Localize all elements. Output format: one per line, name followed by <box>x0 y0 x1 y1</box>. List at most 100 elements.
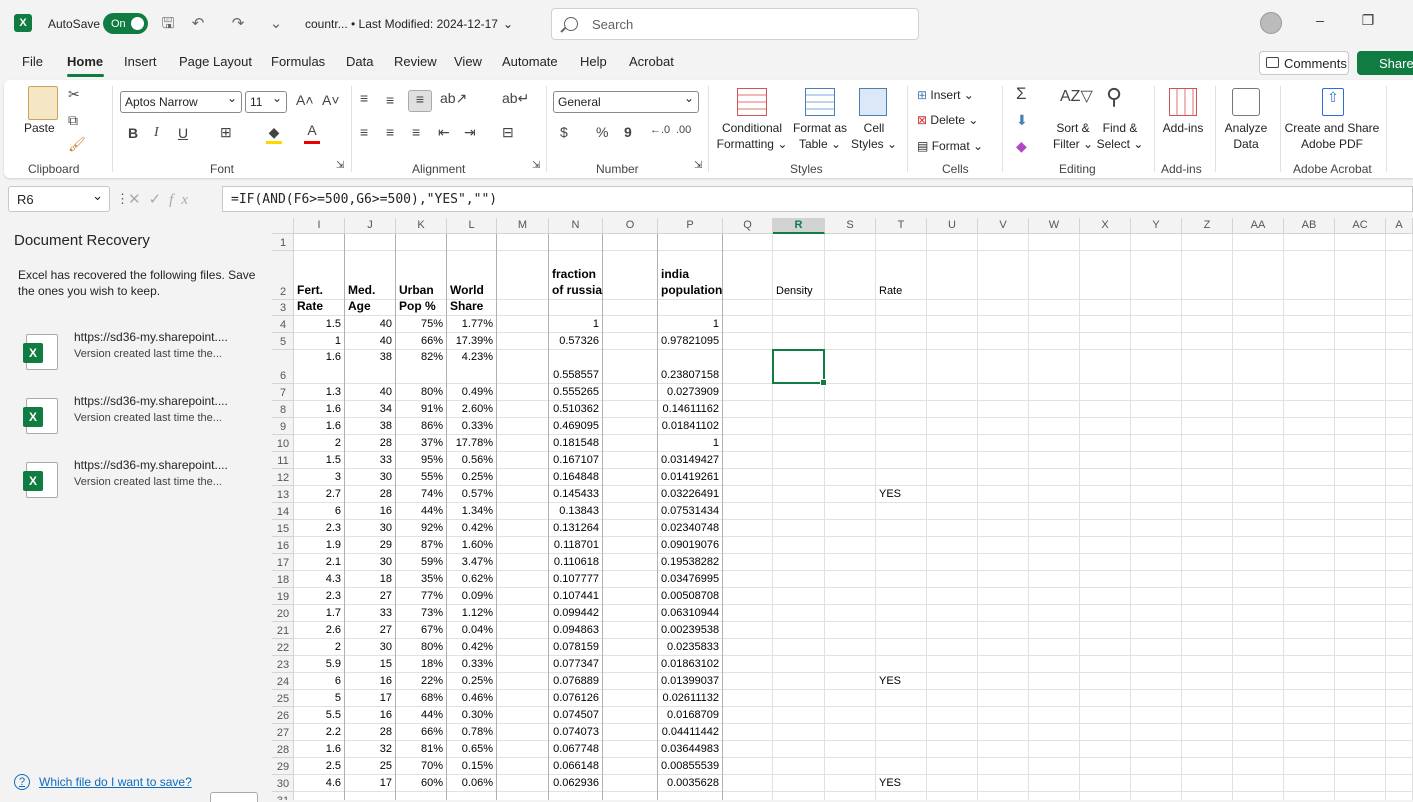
analyze-data-button[interactable]: Analyze Data <box>1222 120 1270 152</box>
document-title[interactable]: countr... • Last Modified: 2024-12-17 ⌄ <box>305 0 513 48</box>
header-cell-rate[interactable]: Rate <box>879 285 923 297</box>
create-share-pdf-button[interactable]: Create and Share Adobe PDF <box>1284 120 1380 152</box>
cell-j26[interactable]: 16 <box>348 709 392 721</box>
cell-l10[interactable]: 17.78% <box>450 437 493 449</box>
cell-l22[interactable]: 0.42% <box>450 641 493 653</box>
format-as-table-button[interactable]: Format as Table ⌄ <box>790 120 850 152</box>
worksheet-grid[interactable]: I J K L M N O P Q R S T U V W X Y Z AA AB AC A 1 2 3 4 5 6 7 8 9 10 11 1… <box>272 218 1413 800</box>
cell-p13[interactable]: 0.03226491 <box>661 488 719 500</box>
cell-p8[interactable]: 0.14611162 <box>661 403 719 415</box>
column-header-aa[interactable]: AA <box>1233 218 1284 234</box>
cell-t24[interactable]: YES <box>879 675 923 687</box>
cell-i23[interactable]: 5.9 <box>297 658 341 670</box>
cell-i29[interactable]: 2.5 <box>297 760 341 772</box>
cell-i30[interactable]: 4.6 <box>297 777 341 789</box>
cell-i9[interactable]: 1.6 <box>297 420 341 432</box>
cell-j16[interactable]: 29 <box>348 539 392 551</box>
format-painter-icon[interactable]: 🖌 <box>68 136 86 153</box>
cell-l4[interactable]: 1.77% <box>450 318 493 330</box>
cell-l12[interactable]: 0.25% <box>450 471 493 483</box>
cell-p9[interactable]: 0.01841102 <box>661 420 719 432</box>
cell-k22[interactable]: 80% <box>399 641 443 653</box>
cell-n21[interactable]: 0.094863 <box>552 624 599 636</box>
cell-p26[interactable]: 0.0168709 <box>661 709 719 721</box>
cell-j19[interactable]: 27 <box>348 590 392 602</box>
cell-n5[interactable]: 0.57326 <box>552 335 599 347</box>
recovered-file-item[interactable]: X https://sd36-my.sharepoint.... Version… <box>22 394 262 448</box>
row-header-7[interactable]: 7 <box>272 384 294 401</box>
cell-k30[interactable]: 60% <box>399 777 443 789</box>
cell-l8[interactable]: 2.60% <box>450 403 493 415</box>
cell-i22[interactable]: 2 <box>297 641 341 653</box>
cell-j20[interactable]: 33 <box>348 607 392 619</box>
cell-n17[interactable]: 0.110618 <box>552 556 599 568</box>
save-icon[interactable]: 🖫 <box>158 14 178 34</box>
row-header-29[interactable]: 29 <box>272 758 294 775</box>
cell-i28[interactable]: 1.6 <box>297 743 341 755</box>
header-cell-i[interactable]: Fert. Rate <box>297 282 343 314</box>
cell-i24[interactable]: 6 <box>297 675 341 687</box>
cell-p30[interactable]: 0.0035628 <box>661 777 719 789</box>
cell-k5[interactable]: 66% <box>399 335 443 347</box>
row-header-10[interactable]: 10 <box>272 435 294 452</box>
row-header-6[interactable]: 6 <box>272 350 294 384</box>
decrease-indent-icon[interactable]: ⇤ <box>438 124 450 141</box>
cell-p23[interactable]: 0.01863102 <box>661 658 719 670</box>
cell-l11[interactable]: 0.56% <box>450 454 493 466</box>
delete-cells-button[interactable]: ⊠ Delete ⌄ <box>917 112 978 128</box>
cell-p25[interactable]: 0.02611132 <box>661 692 719 704</box>
cell-l30[interactable]: 0.06% <box>450 777 493 789</box>
cell-l28[interactable]: 0.65% <box>450 743 493 755</box>
cell-j12[interactable]: 30 <box>348 471 392 483</box>
cell-n12[interactable]: 0.164848 <box>552 471 599 483</box>
column-header-ab[interactable]: AB <box>1284 218 1335 234</box>
column-header-j[interactable]: J <box>345 218 396 234</box>
cell-k11[interactable]: 95% <box>399 454 443 466</box>
formula-input[interactable]: =IF(AND(F6>=500,G6>=500),"YES","") <box>222 186 1413 212</box>
undo-icon[interactable]: ↶ <box>188 14 208 34</box>
cell-i27[interactable]: 2.2 <box>297 726 341 738</box>
column-header-s[interactable]: S <box>825 218 876 234</box>
tab-review[interactable]: Review <box>394 54 437 69</box>
column-header-m[interactable]: M <box>497 218 549 234</box>
cell-i16[interactable]: 1.9 <box>297 539 341 551</box>
percent-icon[interactable]: % <box>596 124 608 140</box>
cell-k19[interactable]: 77% <box>399 590 443 602</box>
cell-i17[interactable]: 2.1 <box>297 556 341 568</box>
cell-k23[interactable]: 18% <box>399 658 443 670</box>
cell-n8[interactable]: 0.510362 <box>552 403 599 415</box>
column-header-p[interactable]: P <box>658 218 723 234</box>
cell-n25[interactable]: 0.076126 <box>552 692 599 704</box>
cell-i15[interactable]: 2.3 <box>297 522 341 534</box>
cell-j10[interactable]: 28 <box>348 437 392 449</box>
cell-k29[interactable]: 70% <box>399 760 443 772</box>
cell-k24[interactable]: 22% <box>399 675 443 687</box>
dialog-launcher-icon[interactable]: ⇲ <box>532 160 540 171</box>
cell-k21[interactable]: 67% <box>399 624 443 636</box>
cell-l7[interactable]: 0.49% <box>450 386 493 398</box>
cell-j8[interactable]: 34 <box>348 403 392 415</box>
row-header-14[interactable]: 14 <box>272 503 294 520</box>
row-header-8[interactable]: 8 <box>272 401 294 418</box>
number-format-select[interactable]: General <box>553 91 699 113</box>
row-header-30[interactable]: 30 <box>272 775 294 792</box>
font-name-select[interactable]: Aptos Narrow <box>120 91 242 113</box>
cell-l14[interactable]: 1.34% <box>450 505 493 517</box>
cell-j15[interactable]: 30 <box>348 522 392 534</box>
cell-l25[interactable]: 0.46% <box>450 692 493 704</box>
row-header-18[interactable]: 18 <box>272 571 294 588</box>
tab-home[interactable]: Home <box>67 54 103 69</box>
cell-k20[interactable]: 73% <box>399 607 443 619</box>
cell-l13[interactable]: 0.57% <box>450 488 493 500</box>
header-cell-k[interactable]: Urban Pop % <box>399 282 445 314</box>
cell-p5[interactable]: 0.97821095 <box>661 335 719 347</box>
row-header-1[interactable]: 1 <box>272 234 294 251</box>
cell-p14[interactable]: 0.07531434 <box>661 505 719 517</box>
header-cell-p[interactable]: india population <box>661 266 722 298</box>
cell-l24[interactable]: 0.25% <box>450 675 493 687</box>
cell-p29[interactable]: 0.00855539 <box>661 760 719 772</box>
cell-i26[interactable]: 5.5 <box>297 709 341 721</box>
column-header-r[interactable]: R <box>773 218 825 234</box>
recovery-close-button[interactable] <box>210 792 258 802</box>
cell-n23[interactable]: 0.077347 <box>552 658 599 670</box>
